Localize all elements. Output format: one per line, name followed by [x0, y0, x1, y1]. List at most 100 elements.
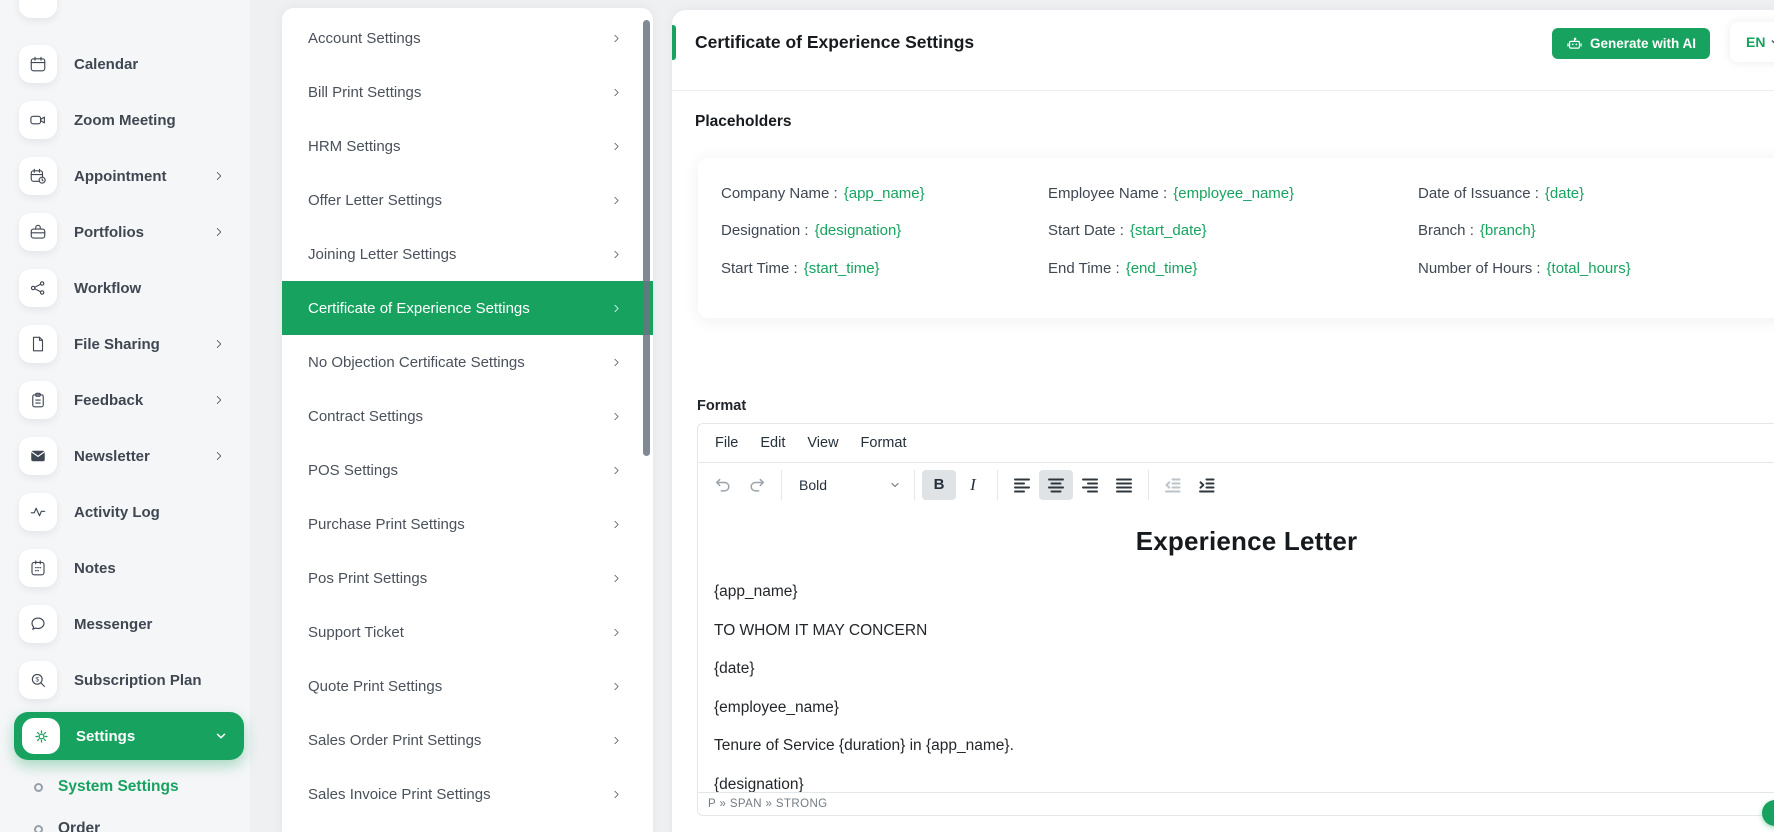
- letter-paragraph: {designation}: [714, 776, 1774, 794]
- sidebar-item-notes[interactable]: Notes: [0, 540, 250, 596]
- chat-bubble-icon: [19, 605, 57, 643]
- placeholder-item: Start Time :{start_time}: [721, 257, 880, 279]
- settings-nav-purchase-print[interactable]: Purchase Print Settings: [282, 497, 653, 551]
- sidebar-item-portfolios[interactable]: Portfolios: [0, 204, 250, 260]
- settings-nav-offer-letter[interactable]: Offer Letter Settings: [282, 173, 653, 227]
- generate-with-ai-button[interactable]: Generate with AI: [1552, 28, 1710, 59]
- chevron-right-icon: [212, 337, 226, 351]
- sidebar-item-newsletter[interactable]: Newsletter: [0, 428, 250, 484]
- settings-nav-sales-order-print[interactable]: Sales Order Print Settings: [282, 713, 653, 767]
- sidebar-subitem-order[interactable]: Order: [0, 815, 250, 832]
- language-selector[interactable]: EN: [1730, 22, 1774, 62]
- chevron-right-icon: [610, 626, 623, 639]
- align-justify-button[interactable]: [1107, 470, 1141, 500]
- settings-nav-support-ticket[interactable]: Support Ticket: [282, 605, 653, 659]
- sidebar-item-calendar[interactable]: Calendar: [0, 36, 250, 92]
- search-dollar-icon: $: [19, 661, 57, 699]
- bold-icon: B: [934, 476, 945, 493]
- activity-pulse-icon: [19, 493, 57, 531]
- chevron-right-icon: [610, 734, 623, 747]
- chevron-right-icon: [610, 140, 623, 153]
- letter-paragraph: {date}: [714, 660, 1774, 678]
- settings-nav-pos-print[interactable]: Pos Print Settings: [282, 551, 653, 605]
- editor-content-area[interactable]: Experience Letter {app_name} TO WHOM IT …: [698, 506, 1774, 793]
- italic-button[interactable]: I: [956, 470, 990, 500]
- toolbar-divider: [781, 470, 782, 500]
- settings-nav-quote-print[interactable]: Quote Print Settings: [282, 659, 653, 713]
- sidebar-item-workflow[interactable]: Workflow: [0, 260, 250, 316]
- undo-button[interactable]: [706, 470, 740, 500]
- sidebar-subitem-system-settings[interactable]: System Settings: [0, 773, 250, 801]
- bullet-icon: [34, 825, 43, 832]
- settings-nav-hrm[interactable]: HRM Settings: [282, 119, 653, 173]
- calendar-clock-icon: [19, 157, 57, 195]
- settings-nav-bill-print[interactable]: Bill Print Settings: [282, 65, 653, 119]
- redo-button[interactable]: [740, 470, 774, 500]
- placeholder-item: End Time :{end_time}: [1048, 257, 1197, 279]
- file-icon: [19, 325, 57, 363]
- envelope-icon: [19, 437, 57, 475]
- menu-format[interactable]: Format: [850, 428, 918, 458]
- editor-toolbar: Bold B I: [698, 462, 1774, 506]
- settings-nav-contract[interactable]: Contract Settings: [282, 389, 653, 443]
- sidebar-item-label: Portfolios: [74, 224, 144, 241]
- settings-nav-joining-letter[interactable]: Joining Letter Settings: [282, 227, 653, 281]
- sidebar-item-label: Feedback: [74, 392, 143, 409]
- sidebar-item-zoom-meeting[interactable]: Zoom Meeting: [0, 92, 250, 148]
- placeholder-item: Date of Issuance :{date}: [1418, 182, 1584, 204]
- sidebar-item-label: Workflow: [74, 280, 141, 297]
- chevron-right-icon: [610, 788, 623, 801]
- settings-nav-pos[interactable]: POS Settings: [282, 443, 653, 497]
- align-center-icon: [1047, 476, 1065, 494]
- format-style-select[interactable]: Bold: [789, 470, 907, 500]
- letter-paragraph: TO WHOM IT MAY CONCERN: [714, 622, 1774, 640]
- chevron-right-icon: [610, 356, 623, 369]
- toolbar-divider: [914, 470, 915, 500]
- sidebar-item-file-sharing[interactable]: File Sharing: [0, 316, 250, 372]
- chevron-right-icon: [610, 518, 623, 531]
- sidebar-item-activity-log[interactable]: Activity Log: [0, 484, 250, 540]
- chevron-down-icon: [1769, 36, 1774, 49]
- outdent-button[interactable]: [1156, 470, 1190, 500]
- chevron-right-icon: [610, 464, 623, 477]
- sidebar-item-label: Notes: [74, 560, 116, 577]
- bullet-icon: [34, 783, 43, 792]
- menu-view[interactable]: View: [796, 428, 849, 458]
- placeholder-item: Employee Name :{employee_name}: [1048, 182, 1294, 204]
- sidebar-item-subscription-plan[interactable]: $ Subscription Plan: [0, 652, 250, 708]
- sidebar-item-settings[interactable]: Settings: [14, 712, 244, 760]
- indent-button[interactable]: [1190, 470, 1224, 500]
- sidebar-item-label: Zoom Meeting: [74, 112, 176, 129]
- sidebar-item-label: Activity Log: [74, 504, 160, 521]
- settings-nav-sales-invoice-print[interactable]: Sales Invoice Print Settings: [282, 767, 653, 821]
- letter-heading: Experience Letter: [714, 526, 1774, 556]
- clipped-menu-icon: [19, 0, 57, 18]
- sidebar-item-messenger[interactable]: Messenger: [0, 596, 250, 652]
- menu-edit[interactable]: Edit: [749, 428, 796, 458]
- chevron-right-icon: [212, 449, 226, 463]
- menu-file[interactable]: File: [704, 428, 749, 458]
- header-divider: [672, 90, 1774, 91]
- toolbar-divider: [1148, 470, 1149, 500]
- align-right-button[interactable]: [1073, 470, 1107, 500]
- briefcase-icon: [19, 213, 57, 251]
- letter-paragraph: {employee_name}: [714, 699, 1774, 717]
- settings-panel-scrollbar[interactable]: [643, 20, 650, 456]
- sidebar-item-feedback[interactable]: Feedback: [0, 372, 250, 428]
- format-section-label: Format: [697, 398, 746, 414]
- chevron-right-icon: [610, 410, 623, 423]
- align-left-button[interactable]: [1005, 470, 1039, 500]
- sidebar-item-label: Appointment: [74, 168, 166, 185]
- chevron-right-icon: [610, 302, 623, 315]
- sidebar-item-appointment[interactable]: Appointment: [0, 148, 250, 204]
- outdent-icon: [1164, 476, 1182, 494]
- chevron-right-icon: [212, 225, 226, 239]
- align-center-button[interactable]: [1039, 470, 1073, 500]
- bold-button[interactable]: B: [922, 470, 956, 500]
- settings-nav-account[interactable]: Account Settings: [282, 11, 653, 65]
- chevron-right-icon: [212, 169, 226, 183]
- settings-nav-no-objection-certificate[interactable]: No Objection Certificate Settings: [282, 335, 653, 389]
- settings-nav-certificate-of-experience[interactable]: Certificate of Experience Settings: [282, 281, 653, 335]
- letter-paragraph: Tenure of Service {duration} in {app_nam…: [714, 737, 1774, 755]
- placeholder-item: Number of Hours :{total_hours}: [1418, 257, 1631, 279]
